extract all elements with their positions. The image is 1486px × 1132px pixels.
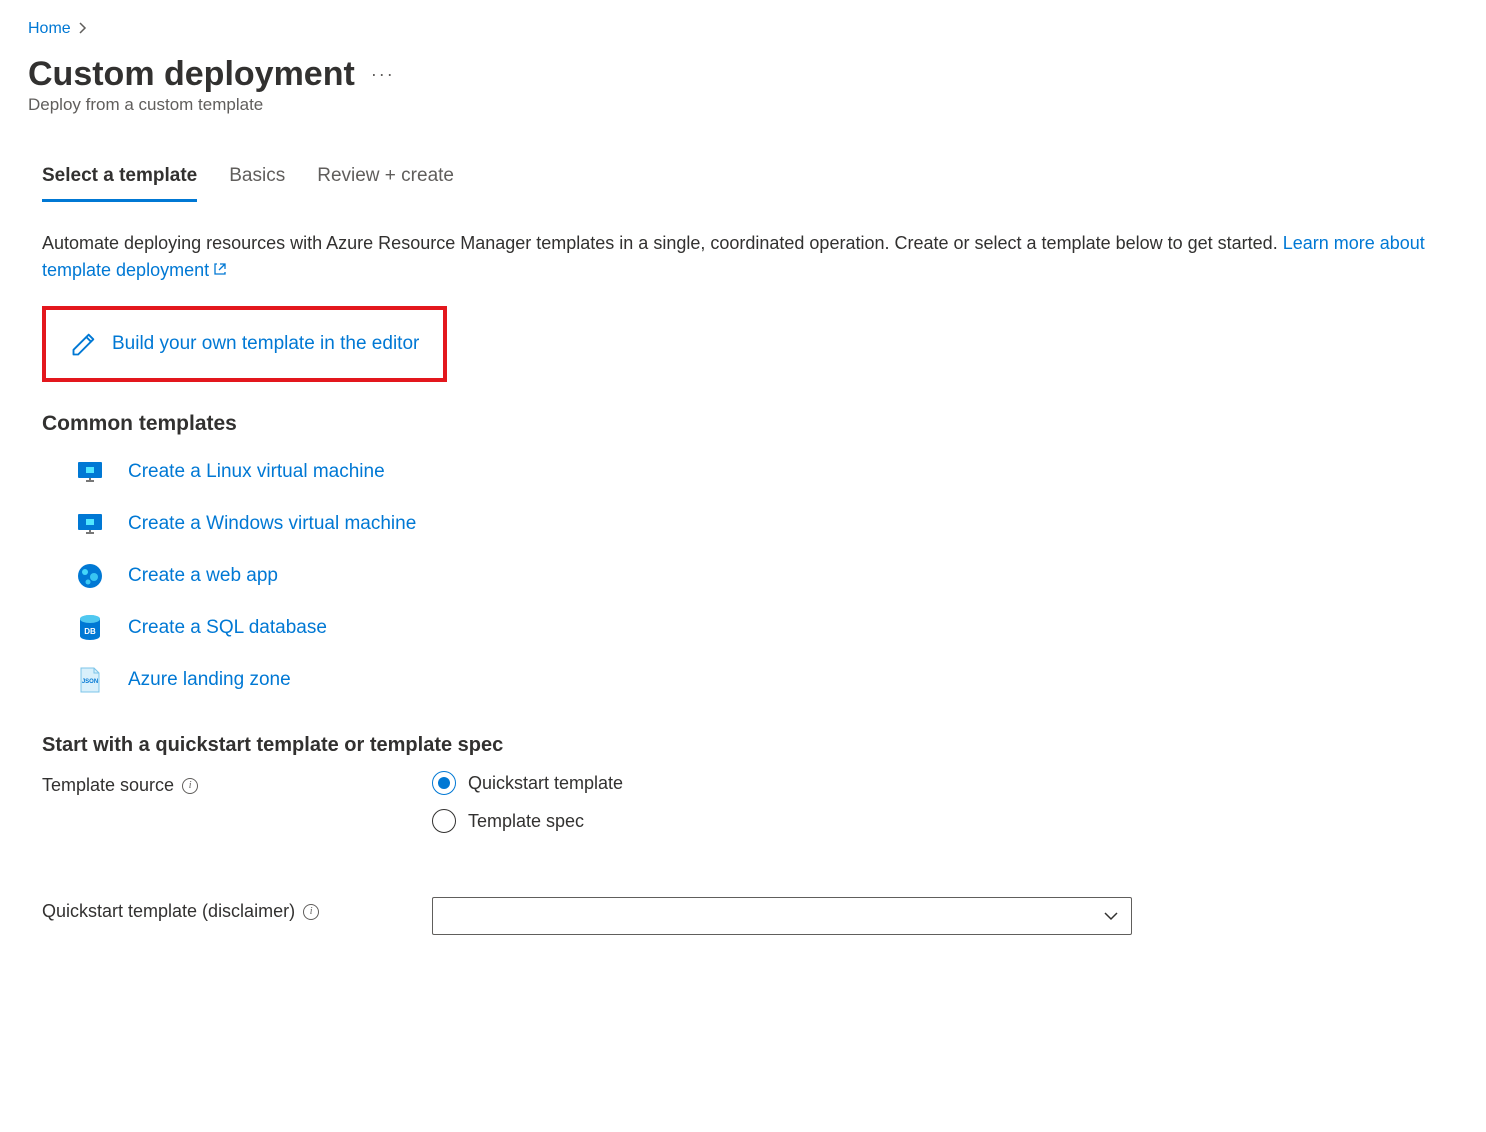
quickstart-template-select-row: Quickstart template (disclaimer) i <box>42 897 1458 935</box>
template-link[interactable]: Azure landing zone <box>128 669 291 691</box>
radio-icon <box>432 771 456 795</box>
description-text: Automate deploying resources with Azure … <box>28 230 1458 284</box>
svg-text:DB: DB <box>84 627 96 636</box>
external-link-icon <box>213 263 227 280</box>
json-icon: JSON <box>76 666 104 694</box>
radio-quickstart-template[interactable]: Quickstart template <box>432 771 623 795</box>
breadcrumb: Home <box>28 20 1458 38</box>
build-template-link[interactable]: Build your own template in the editor <box>112 333 419 355</box>
template-item-windows-vm[interactable]: Create a Windows virtual machine <box>76 510 1458 538</box>
page-subtitle: Deploy from a custom template <box>28 95 1458 115</box>
template-item-landing-zone[interactable]: JSON Azure landing zone <box>76 666 1458 694</box>
description-body: Automate deploying resources with Azure … <box>42 233 1283 253</box>
pencil-icon <box>70 330 98 358</box>
db-icon: DB <box>76 614 104 642</box>
quickstart-template-select[interactable] <box>432 897 1132 935</box>
build-template-box[interactable]: Build your own template in the editor <box>42 306 447 382</box>
template-link[interactable]: Create a web app <box>128 565 278 587</box>
vm-icon <box>76 510 104 538</box>
template-item-web-app[interactable]: Create a web app <box>76 562 1458 590</box>
template-link[interactable]: Create a Linux virtual machine <box>128 461 385 483</box>
common-templates-list: Create a Linux virtual machine Create a … <box>28 458 1458 694</box>
breadcrumb-home[interactable]: Home <box>28 20 71 38</box>
radio-icon <box>432 809 456 833</box>
template-link[interactable]: Create a SQL database <box>128 617 327 639</box>
radio-label: Template spec <box>468 811 584 832</box>
template-source-radio-group: Quickstart template Template spec <box>432 771 623 833</box>
tab-bar: Select a template Basics Review + create <box>28 165 1458 202</box>
template-item-sql-db[interactable]: DB Create a SQL database <box>76 614 1458 642</box>
quickstart-template-label: Quickstart template (disclaimer) i <box>42 897 432 922</box>
template-link[interactable]: Create a Windows virtual machine <box>128 513 416 535</box>
more-button[interactable]: ··· <box>371 64 395 85</box>
info-icon[interactable]: i <box>182 778 198 794</box>
common-templates-heading: Common templates <box>28 412 1458 436</box>
quickstart-section: Start with a quickstart template or temp… <box>28 734 1458 935</box>
vm-icon <box>76 458 104 486</box>
info-icon[interactable]: i <box>303 904 319 920</box>
tab-select-template[interactable]: Select a template <box>42 165 197 202</box>
template-source-row: Template source i Quickstart template Te… <box>42 771 1458 833</box>
radio-label: Quickstart template <box>468 773 623 794</box>
quickstart-heading: Start with a quickstart template or temp… <box>42 734 1458 757</box>
svg-text:JSON: JSON <box>82 679 98 685</box>
page-title: Custom deployment <box>28 56 355 93</box>
chevron-right-icon <box>79 21 87 37</box>
tab-basics[interactable]: Basics <box>229 165 285 202</box>
template-item-linux-vm[interactable]: Create a Linux virtual machine <box>76 458 1458 486</box>
globe-icon <box>76 562 104 590</box>
tab-review-create[interactable]: Review + create <box>317 165 454 202</box>
template-source-label: Template source i <box>42 771 432 796</box>
chevron-down-icon <box>1103 908 1119 924</box>
radio-template-spec[interactable]: Template spec <box>432 809 623 833</box>
page-header: Custom deployment ··· <box>28 56 1458 93</box>
